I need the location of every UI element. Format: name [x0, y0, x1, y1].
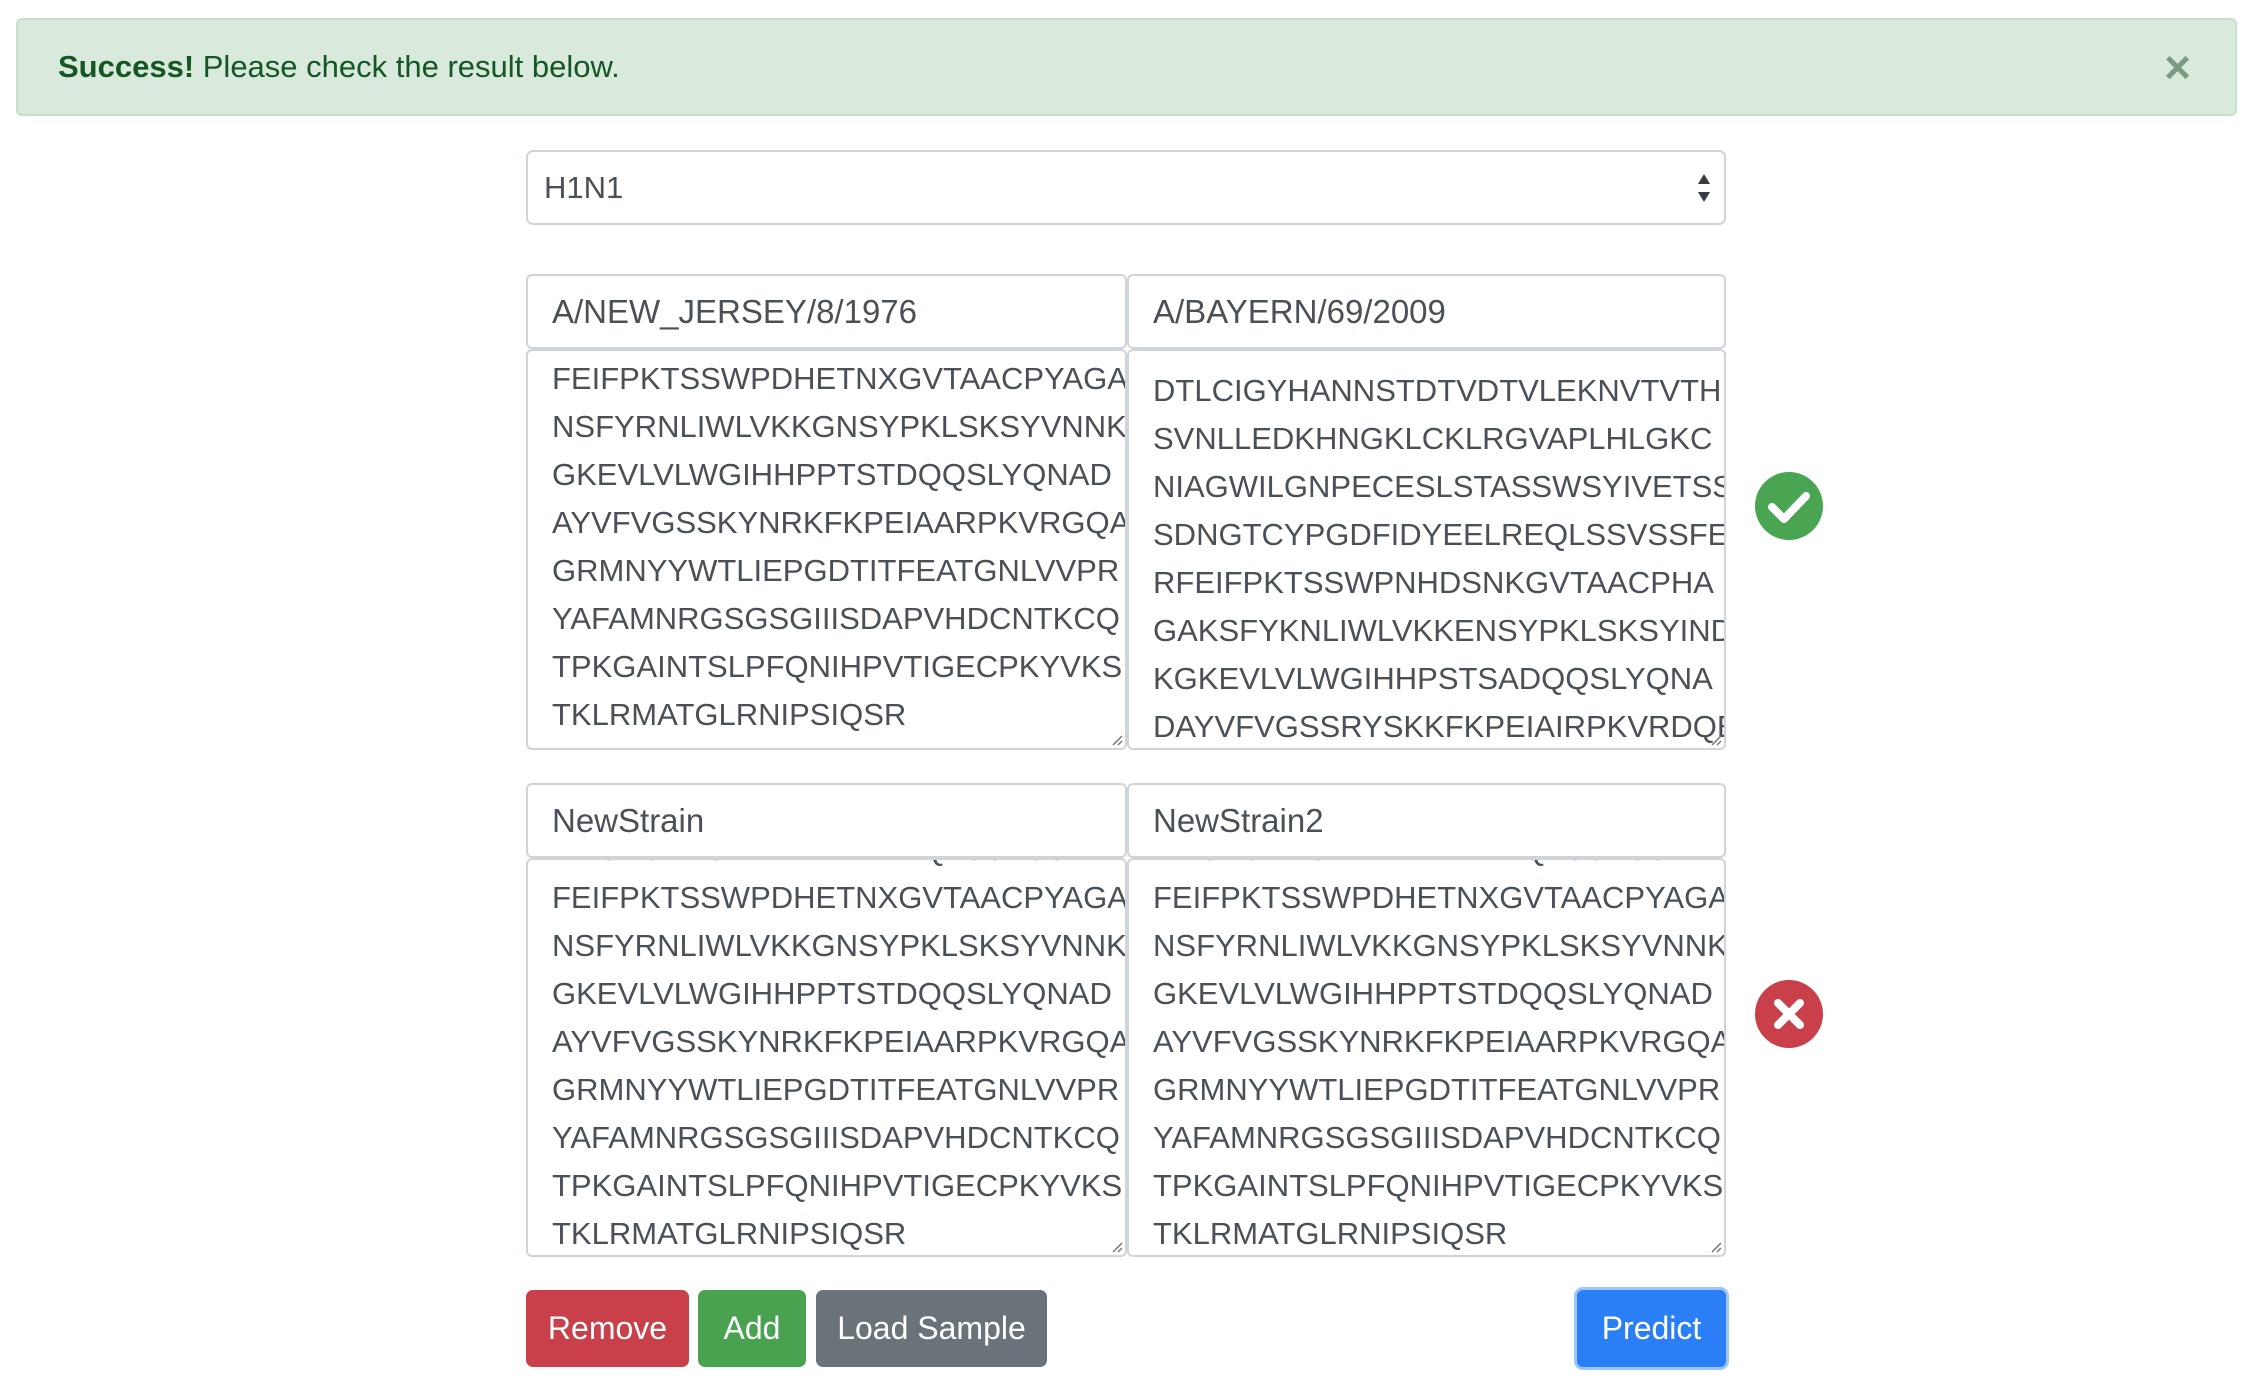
sequence-line: DNGTCYPGDFINYEELREQLSSVSSFER	[552, 860, 1125, 874]
sequence-text: DTLCIGYHANNSTDTVDTVLEKNVTVTH SVNLLEDKHNGK…	[1153, 367, 1726, 748]
sequence-line: FEIFPKTSSWPDHETNXGVTAACPYAGA	[1153, 880, 1726, 915]
sequence-text: FEIFPKTSSWPDHETNXGVTAACPYAGA NSFYRNLIWLVK…	[552, 355, 1127, 739]
x-circle-icon	[1755, 980, 1823, 1048]
alert-message: Please check the result below.	[194, 49, 620, 84]
sequence-line: GRMNYYWTLIEPGDTITFEATGNLVVPR	[552, 1072, 1120, 1107]
sequence-line: TKLRMATGLRNIPSIQSR	[552, 697, 907, 732]
sequence-line: NSFYRNLIWLVKKGNSYPKLSKSYVNNK	[1153, 928, 1726, 963]
sequence-line: TPKGAINTSLPFQNIHPVTIGECPKYVKS	[1153, 1168, 1724, 1203]
sequence-line: FEIFPKTSSWPDHETNXGVTAACPYAGA	[552, 880, 1127, 915]
resize-grip-icon[interactable]	[1107, 1237, 1123, 1253]
sequence-line: FEIFPKTSSWPDHETNXGVTAACPYAGA	[552, 361, 1127, 396]
strain-name-input[interactable]: A/BAYERN/69/2009	[1127, 274, 1726, 349]
close-icon[interactable]: ×	[2164, 20, 2191, 114]
sequence-text: DNGTCYPGDFINYEELREQLSSVSSFER FEIFPKTSSWPD…	[1153, 860, 1726, 1255]
sequence-line: AYVFVGSSKYNRKFKPEIAARPKVRGQA	[552, 1024, 1127, 1059]
strain-name-input[interactable]: NewStrain2	[1127, 783, 1726, 858]
sequence-line: AYVFVGSSKYNRKFKPEIAARPKVRGQA	[1153, 1024, 1726, 1059]
sequence-line: DAYVFVGSSRYSKKFKPEIAIRPKVRDQE	[1153, 709, 1726, 744]
sequence-line: NIAGWILGNPECESLSTASSWSYIVETSS	[1153, 469, 1726, 504]
add-button[interactable]: Add	[698, 1290, 806, 1367]
subtype-select-value: H1N1	[544, 170, 624, 205]
sequence-line: GRMNYYWTLIEPGDTITFEATGNLVVPR	[1153, 1072, 1721, 1107]
resize-grip-icon[interactable]	[1706, 730, 1722, 746]
resize-grip-icon[interactable]	[1706, 1237, 1722, 1253]
sequence-line: YAFAMNRGSGSGIIISDAPVHDCNTKCQ	[1153, 1120, 1721, 1155]
sequence-line: NSFYRNLIWLVKKGNSYPKLSKSYVNNK	[552, 409, 1127, 444]
strain-name-value: NewStrain	[552, 802, 705, 839]
sequence-line: GKEVLVLWGIHHPPTSTDQQSLYQNAD	[1153, 976, 1713, 1011]
strain-name-value: NewStrain2	[1153, 802, 1324, 839]
sequence-textarea[interactable]: DTLCIGYHANNSTDTVDTVLEKNVTVTH SVNLLEDKHNGK…	[1127, 349, 1726, 750]
sequence-line: NSFYRNLIWLVKKGNSYPKLSKSYVNNK	[552, 928, 1127, 963]
sequence-textarea[interactable]: DNGTCYPGDFINYEELREQLSSVSSFER FEIFPKTSSWPD…	[526, 858, 1127, 1257]
strain-name-input[interactable]: NewStrain	[526, 783, 1127, 858]
sequence-line: SDNGTCYPGDFIDYEELREQLSSVSSFE	[1153, 517, 1726, 552]
sequence-line: TPKGAINTSLPFQNIHPVTIGECPKYVKS	[552, 649, 1123, 684]
sequence-textarea[interactable]: DNGTCYPGDFINYEELREQLSSVSSFER FEIFPKTSSWPD…	[1127, 858, 1726, 1257]
sequence-line: DTLCIGYHANNSTDTVDTVLEKNVTVTH	[1153, 373, 1722, 408]
sequence-line: DNGTCYPGDFINYEELREQLSSVSSFER	[1153, 860, 1724, 874]
sequence-line: GKEVLVLWGIHHPPTSTDQQSLYQNAD	[552, 976, 1112, 1011]
sequence-line: TKLRMATGLRNIPSIQSR	[1153, 1216, 1508, 1251]
sequence-text: DNGTCYPGDFINYEELREQLSSVSSFER FEIFPKTSSWPD…	[552, 860, 1127, 1255]
sequence-line: TPKGAINTSLPFQNIHPVTIGECPKYVKS	[552, 1168, 1123, 1203]
resize-grip-icon[interactable]	[1107, 730, 1123, 746]
load-sample-button[interactable]: Load Sample	[816, 1290, 1047, 1367]
sequence-line: YAFAMNRGSGSGIIISDAPVHDCNTKCQ	[552, 601, 1120, 636]
subtype-select[interactable]: H1N1	[526, 150, 1726, 225]
alert-strong-text: Success!	[58, 49, 195, 84]
select-arrows-icon	[1698, 174, 1710, 202]
sequence-line: AYVFVGSSKYNRKFKPEIAARPKVRGQA	[552, 505, 1127, 540]
check-circle-icon	[1755, 472, 1823, 540]
sequence-line: GAKSFYKNLIWLVKKENSYPKLSKSYIND	[1153, 613, 1726, 648]
sequence-line: GRMNYYWTLIEPGDTITFEATGNLVVPR	[552, 553, 1120, 588]
strain-name-value: A/NEW_JERSEY/8/1976	[552, 293, 917, 330]
sequence-line: TKLRMATGLRNIPSIQSR	[552, 1216, 907, 1251]
strain-name-input[interactable]: A/NEW_JERSEY/8/1976	[526, 274, 1127, 349]
success-alert: Success! Please check the result below. …	[16, 18, 2237, 116]
sequence-line: GKEVLVLWGIHHPPTSTDQQSLYQNAD	[552, 457, 1112, 492]
sequence-line: SVNLLEDKHNGKLCKLRGVAPLHLGKC	[1153, 421, 1713, 456]
sequence-line: KGKEVLVLWGIHHPSTSADQQSLYQNA	[1153, 661, 1713, 696]
remove-button[interactable]: Remove	[526, 1290, 689, 1367]
predict-button[interactable]: Predict	[1574, 1287, 1729, 1370]
sequence-line: RFEIFPKTSSWPNHDSNKGVTAACPHA	[1153, 565, 1714, 600]
sequence-textarea[interactable]: FEIFPKTSSWPDHETNXGVTAACPYAGA NSFYRNLIWLVK…	[526, 349, 1127, 750]
sequence-line: YAFAMNRGSGSGIIISDAPVHDCNTKCQ	[552, 1120, 1120, 1155]
strain-name-value: A/BAYERN/69/2009	[1153, 293, 1446, 330]
